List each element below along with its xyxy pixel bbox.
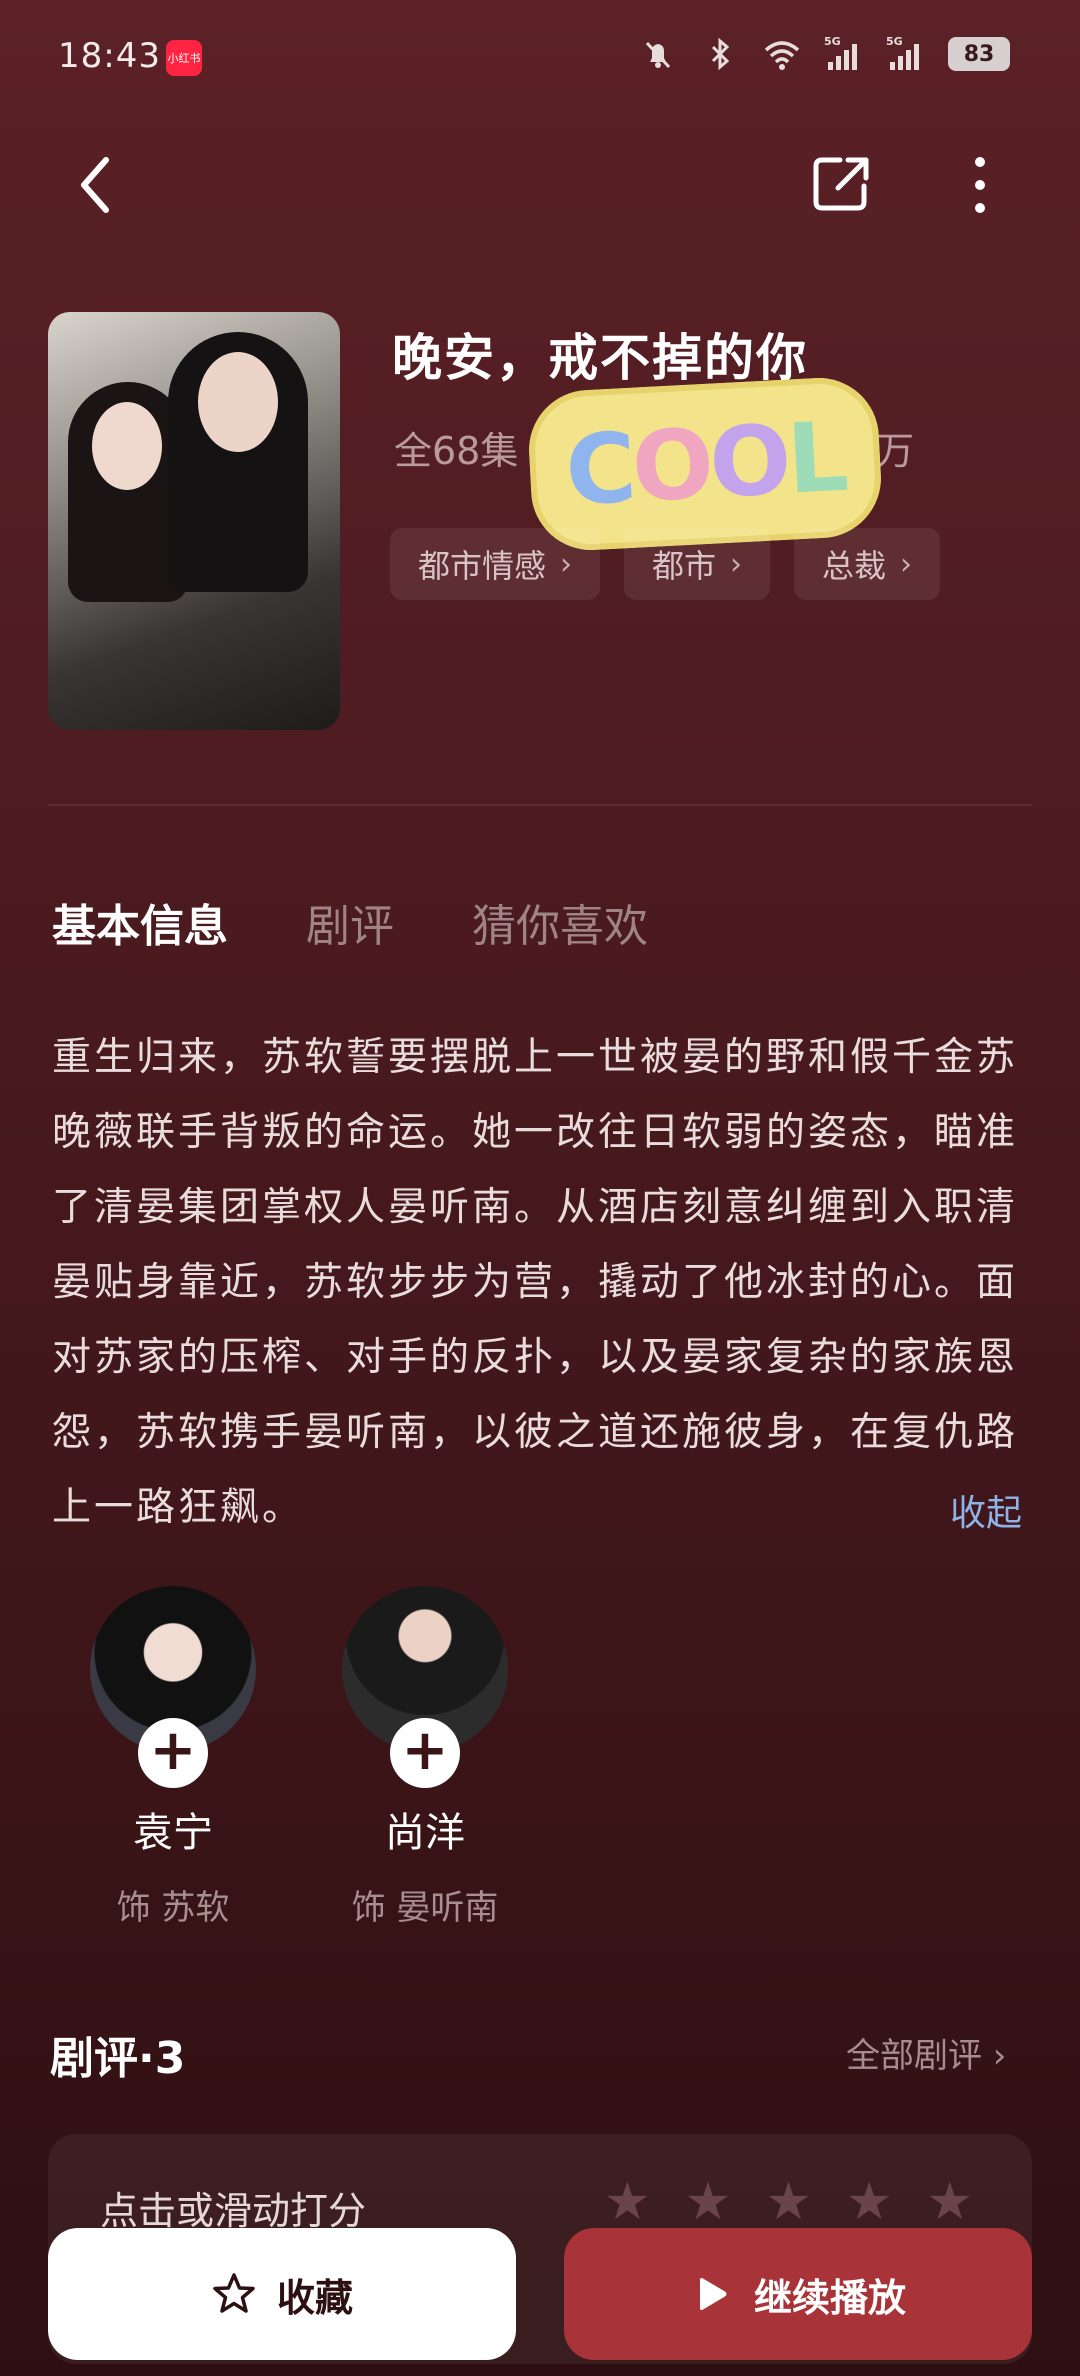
tab-basic-info[interactable]: 基本信息 [52, 890, 228, 954]
cast-member[interactable]: + 袁宁 饰 苏软 [68, 1586, 278, 1929]
detail-tabs: 基本信息 剧评 猜你喜欢 [52, 890, 648, 954]
collapse-link[interactable]: 收起 [950, 1484, 1022, 1536]
tab-recommendations[interactable]: 猜你喜欢 [472, 890, 648, 954]
svg-text:5G: 5G [886, 35, 903, 48]
star-rating[interactable]: ★ ★ ★ ★ ★ [604, 2172, 973, 2232]
star-icon[interactable]: ★ [927, 2172, 974, 2232]
cool-sticker: COOL [526, 374, 884, 554]
genre-tags: 都市情感 › 都市 › 总裁 › [390, 528, 941, 600]
favorite-label: 收藏 [276, 2275, 353, 2320]
cast-member[interactable]: + 尚洋 饰 晏听南 [320, 1586, 530, 1929]
tab-reviews[interactable]: 剧评 [306, 890, 394, 954]
status-bar: 18:43 小红书 5G 5G 83 [0, 0, 1080, 120]
cast-role: 饰 苏软 [116, 1888, 230, 1928]
rating-prompt: 点击或滑动打分 [100, 2189, 367, 2233]
bluetooth-icon [711, 37, 730, 71]
follow-plus-icon[interactable]: + [390, 1718, 460, 1788]
cast-role: 饰 晏听南 [351, 1888, 499, 1928]
chevron-right-icon: › [730, 546, 743, 582]
chevron-right-icon: › [900, 546, 913, 582]
play-label: 继续播放 [753, 2275, 906, 2320]
star-icon[interactable]: ★ [604, 2172, 651, 2232]
app-notification-icon: 小红书 [166, 40, 202, 76]
svg-text:5G: 5G [824, 35, 841, 48]
star-icon[interactable]: ★ [846, 2172, 893, 2232]
star-outline-icon [213, 2273, 255, 2313]
more-icon[interactable] [960, 150, 1000, 220]
avatar: + [90, 1586, 256, 1788]
avatar: + [342, 1586, 508, 1788]
genre-tag[interactable]: 都市情感 › [390, 528, 601, 600]
star-icon[interactable]: ★ [765, 2172, 812, 2232]
continue-play-button[interactable]: 继续播放 [564, 2228, 1032, 2360]
poster-face [92, 402, 162, 490]
drama-poster[interactable] [48, 312, 340, 730]
follow-plus-icon[interactable]: + [138, 1718, 208, 1788]
favorite-button[interactable]: 收藏 [48, 2228, 516, 2360]
all-reviews-link[interactable]: 全部剧评 › [846, 2028, 1006, 2077]
signal-5g-icon: 5G [886, 35, 919, 70]
mute-bell-icon [645, 41, 671, 69]
status-icons: 5G 5G 83 [638, 34, 1010, 74]
status-time: 18:43 [58, 36, 161, 76]
wifi-icon [764, 41, 800, 70]
drama-title: 晚安，戒不掉的你 [392, 329, 808, 387]
star-icon[interactable]: ★ [685, 2172, 732, 2232]
share-icon[interactable] [810, 152, 874, 216]
battery-icon: 83 [948, 37, 1010, 71]
signal-5g-icon: 5G [824, 35, 857, 70]
cast-name: 袁宁 [133, 1810, 213, 1856]
chevron-right-icon: › [982, 2036, 1007, 2076]
genre-tag[interactable]: 总裁 › [794, 528, 941, 600]
poster-face [198, 352, 278, 452]
genre-tag[interactable]: 都市 › [624, 528, 771, 600]
divider [48, 804, 1032, 806]
reviews-section-title: 剧评·3 [50, 2033, 186, 2084]
cast-name: 尚洋 [385, 1810, 465, 1856]
synopsis-text: 重生归来，苏软誓要摆脱上一世被晏的野和假千金苏晚薇联手背叛的命运。她一改往日软弱… [52, 1035, 1019, 1530]
play-icon [699, 2278, 727, 2310]
chevron-right-icon: › [560, 546, 573, 582]
episode-count: 全68集 [394, 429, 519, 473]
back-icon[interactable] [66, 150, 126, 220]
